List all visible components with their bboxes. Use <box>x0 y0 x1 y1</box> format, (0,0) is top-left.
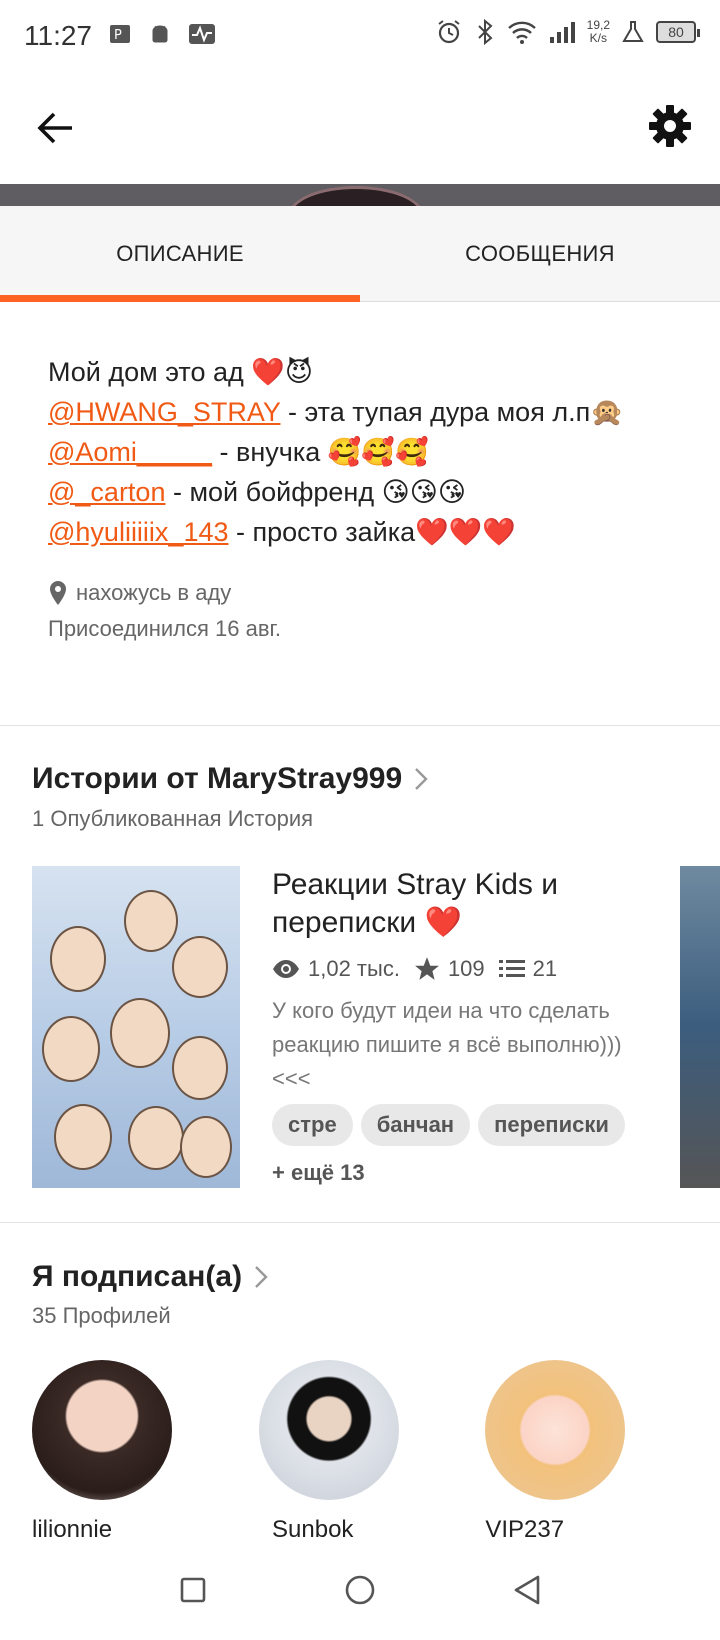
status-time: 11:27 <box>24 20 92 51</box>
next-story-preview[interactable] <box>680 866 720 1188</box>
more-tags-link[interactable]: + ещё 13 <box>272 1160 652 1186</box>
star-icon <box>415 957 439 980</box>
network-speed: 19,2 K/s <box>586 18 610 45</box>
bio-line: @Aomi_____ - внучка 🥰🥰🥰 <box>48 437 429 467</box>
bio-line: @hyuliiiiix_143 - просто зайка❤️❤️❤️ <box>48 517 516 547</box>
following-count: 35 Профилей <box>32 1303 171 1328</box>
back-arrow-icon[interactable] <box>34 106 78 150</box>
story-cover-image[interactable] <box>32 866 240 1188</box>
alarm-icon <box>438 20 460 44</box>
android-icon <box>152 25 168 43</box>
cover-face <box>110 998 170 1068</box>
battery-icon: 80 <box>656 21 700 43</box>
lab-flask-icon <box>622 21 644 42</box>
story-tags: стре банчан переписки <box>272 1104 652 1146</box>
avatar[interactable] <box>32 1360 172 1500</box>
cover-face <box>124 890 178 952</box>
profile-avatar[interactable] <box>288 186 424 206</box>
divider <box>0 1222 720 1223</box>
following-list: lilionnie _Sunbok__ VIP237 <box>32 1360 712 1544</box>
tab-description[interactable]: ОПИСАНИЕ <box>0 206 360 302</box>
story-description: У кого будут идеи на что сделать реакцию… <box>272 998 622 1091</box>
chevron-right-icon <box>255 1266 268 1288</box>
following-profile[interactable]: VIP237 <box>485 1360 712 1544</box>
views-stat: 1,02 тыс. <box>272 956 400 982</box>
following-profile[interactable]: lilionnie <box>32 1360 259 1544</box>
bio: Мой дом это ад ❤️😈 @HWANG_STRAY - эта ту… <box>48 352 624 552</box>
avatar[interactable] <box>258 1360 399 1500</box>
mention-link[interactable]: @Aomi_____ <box>48 437 212 467</box>
bio-line: Мой дом это ад ❤️😈 <box>48 357 314 387</box>
mention-link[interactable]: @_carton <box>48 477 165 507</box>
profile-cover <box>0 184 720 206</box>
following-profile[interactable]: _Sunbok__ <box>258 1360 486 1544</box>
list-icon <box>498 960 525 977</box>
location: нахожусь в аду <box>48 580 231 606</box>
following-section-title[interactable]: Я подписан(а) <box>32 1260 268 1294</box>
about-section: Мой дом это ад ❤️😈 @HWANG_STRAY - эта ту… <box>0 302 720 726</box>
parts-stat: 21 <box>498 956 557 982</box>
back-triangle-icon[interactable] <box>512 1574 542 1606</box>
status-notification-icons: P <box>108 22 216 46</box>
parking-app-icon: P <box>110 25 130 43</box>
cover-face <box>50 926 106 992</box>
location-pin-icon <box>50 581 66 605</box>
story-title[interactable]: Реакции Stray Kids и переписки ❤️ <box>272 866 652 942</box>
avatar[interactable] <box>485 1360 626 1500</box>
cover-face <box>54 1104 112 1170</box>
svg-text:P: P <box>114 28 122 43</box>
tab-messages[interactable]: СООБЩЕНИЯ <box>360 206 720 301</box>
votes-stat: 109 <box>414 956 485 982</box>
system-nav-bar <box>0 1540 720 1640</box>
gear-icon[interactable] <box>646 102 694 150</box>
status-bar: 11:27 P 19,2 K/s 80 <box>0 0 720 72</box>
wifi-icon <box>507 21 536 44</box>
home-icon[interactable] <box>344 1574 376 1606</box>
tag-chip[interactable]: переписки <box>478 1104 625 1146</box>
divider <box>0 725 720 726</box>
story-stats: 1,02 тыс. 109 21 <box>272 956 652 982</box>
cover-face <box>172 936 228 998</box>
tag-chip[interactable]: банчан <box>360 1104 471 1146</box>
signal-icon <box>549 22 575 43</box>
tag-chip[interactable]: стре <box>272 1104 353 1146</box>
activity-icon <box>189 24 215 44</box>
location-text: нахожусь в аду <box>76 580 232 605</box>
chevron-right-icon <box>415 768 428 790</box>
cover-face <box>180 1116 232 1178</box>
stories-count: 1 Опубликованная История <box>32 806 314 831</box>
mention-link[interactable]: @hyuliiiiix_143 <box>48 517 229 547</box>
mention-link[interactable]: @HWANG_STRAY <box>48 397 280 427</box>
stories-section-title[interactable]: Истории от MaryStray999 <box>32 762 428 796</box>
bio-line: @_carton - мой бойфренд 😘😘😘 <box>48 477 467 507</box>
cover-face <box>172 1036 228 1100</box>
joined-date: Присоединился 16 авг. <box>48 616 281 641</box>
status-system-icons: 19,2 K/s 80 <box>435 18 700 46</box>
cover-face <box>42 1016 100 1082</box>
bluetooth-icon <box>477 18 493 46</box>
story-card[interactable]: Реакции Stray Kids и переписки ❤️ 1,02 т… <box>272 866 652 1186</box>
recent-apps-icon[interactable] <box>178 1575 208 1605</box>
profile-tabs: ОПИСАНИЕ СООБЩЕНИЯ <box>0 206 720 302</box>
app-bar <box>0 72 720 184</box>
eye-icon <box>273 960 299 978</box>
bio-line: @HWANG_STRAY - эта тупая дура моя л.п🙊 <box>48 397 624 427</box>
cover-face <box>128 1106 184 1170</box>
